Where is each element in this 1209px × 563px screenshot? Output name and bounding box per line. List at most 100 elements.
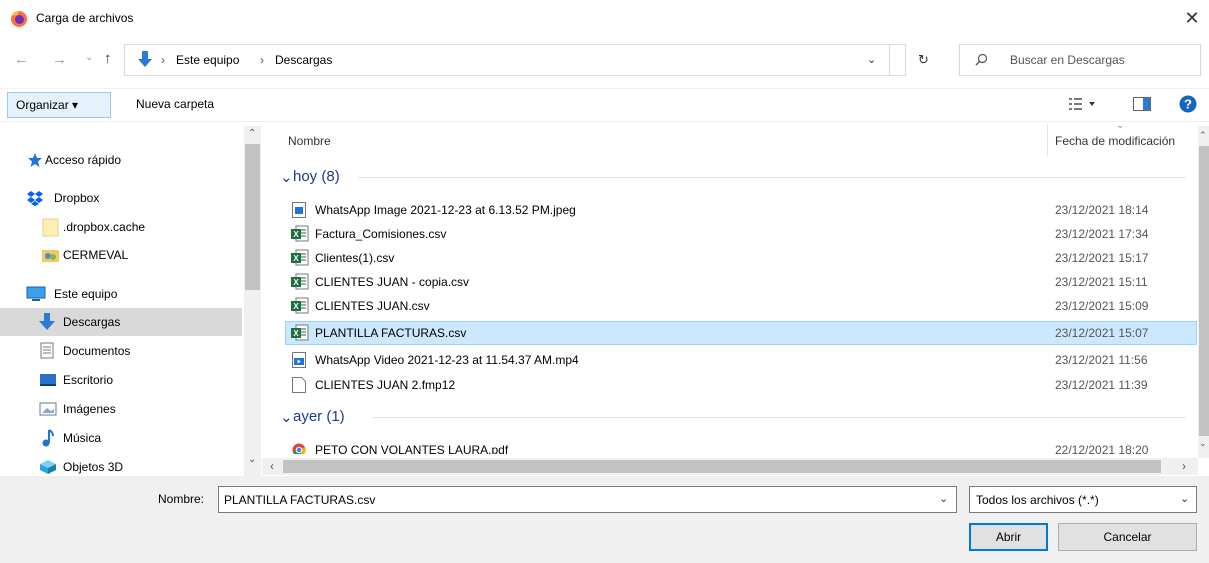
file-name: PETO CON VOLANTES LAURA.pdf <box>315 443 509 454</box>
image-file-icon <box>292 202 306 218</box>
close-button[interactable]: ✕ <box>1180 6 1204 30</box>
computer-icon <box>26 286 46 302</box>
back-button[interactable]: ← <box>14 51 29 68</box>
recent-locations-button[interactable]: ⌄ <box>85 52 93 63</box>
sidebar-item-label: Descargas <box>63 315 121 329</box>
file-name: CLIENTES JUAN.csv <box>315 299 430 313</box>
cancel-button[interactable]: Cancelar <box>1058 523 1197 551</box>
file-name: WhatsApp Image 2021-12-23 at 6.13.52 PM.… <box>315 203 576 217</box>
group-header-hoy[interactable]: hoy (8) <box>293 168 340 185</box>
sidebar-item-label: Este equipo <box>54 287 118 301</box>
sidebar-item-este-equipo[interactable]: Este equipo <box>0 280 242 308</box>
desktop-icon <box>39 373 57 387</box>
file-name: Factura_Comisiones.csv <box>315 227 447 241</box>
sidebar-item-musica[interactable]: Música <box>0 424 242 452</box>
svg-text:X: X <box>293 302 299 311</box>
divider <box>889 45 890 75</box>
3d-objects-icon <box>39 459 57 475</box>
filetype-select[interactable]: Todos los archivos (*.*) ⌄ <box>969 486 1197 513</box>
file-list-scrollbar-thumb[interactable] <box>1199 146 1209 436</box>
address-dropdown-button[interactable]: ⌄ <box>867 53 876 66</box>
file-date: 23/12/2021 15:07 <box>1055 326 1149 340</box>
scroll-up-icon[interactable]: ⌃ <box>248 128 256 139</box>
new-folder-button[interactable]: Nueva carpeta <box>136 97 214 111</box>
sidebar-item-escritorio[interactable]: Escritorio <box>0 366 242 394</box>
group-toggle-icon[interactable]: ⌄ <box>280 408 293 426</box>
search-placeholder: Buscar en Descargas <box>1010 53 1125 67</box>
group-header-ayer[interactable]: ayer (1) <box>293 408 345 425</box>
sidebar-item-label: Acceso rápido <box>45 153 122 167</box>
csv-file-icon: X <box>291 225 309 242</box>
sidebar-item-cermeval[interactable]: CERMEVAL <box>0 241 242 269</box>
sidebar-item-imagenes[interactable]: Imágenes <box>0 395 242 423</box>
file-row[interactable]: CLIENTES JUAN 2.fmp12 23/12/2021 11:39 <box>285 373 1197 397</box>
sidebar-item-label: CERMEVAL <box>63 248 129 262</box>
group-toggle-icon[interactable]: ⌄ <box>280 168 293 186</box>
file-row[interactable]: WhatsApp Video 2021-12-23 at 11.54.37 AM… <box>285 348 1197 372</box>
scroll-left-icon[interactable]: ‹ <box>270 459 274 473</box>
group-divider <box>372 417 1186 418</box>
sidebar-item-label: Música <box>63 431 102 445</box>
file-row-selected[interactable]: X PLANTILLA FACTURAS.csv 23/12/2021 15:0… <box>285 321 1197 345</box>
column-divider[interactable] <box>1047 124 1048 156</box>
breadcrumb-separator: › <box>260 53 264 67</box>
filename-value: PLANTILLA FACTURAS.csv <box>224 493 376 507</box>
open-button[interactable]: Abrir <box>969 523 1048 551</box>
breadcrumb-descargas[interactable]: Descargas <box>275 53 332 67</box>
sidebar-item-documentos[interactable]: Documentos <box>0 337 242 365</box>
view-options-button[interactable] <box>1069 97 1099 111</box>
sidebar-item-label: Dropbox <box>54 191 100 205</box>
filetype-value: Todos los archivos (*.*) <box>976 493 1099 507</box>
address-bar[interactable]: › Este equipo › Descargas ⌄ ↻ <box>124 44 929 76</box>
sidebar-item-descargas[interactable]: Descargas <box>0 308 242 336</box>
shared-folder-icon <box>41 247 61 263</box>
column-header-name[interactable]: Nombre <box>288 134 331 148</box>
help-icon[interactable]: ? <box>1179 95 1197 113</box>
column-header-date[interactable]: Fecha de modificación <box>1055 134 1195 148</box>
file-row[interactable]: PETO CON VOLANTES LAURA.pdf 22/12/2021 1… <box>285 440 1197 454</box>
file-row[interactable]: X CLIENTES JUAN - copia.csv 23/12/2021 1… <box>285 270 1197 294</box>
file-date: 23/12/2021 18:14 <box>1055 203 1149 217</box>
organize-label: Organizar ▾ <box>16 98 79 112</box>
file-row-clip: PETO CON VOLANTES LAURA.pdf 22/12/2021 1… <box>285 440 1197 454</box>
sidebar-item-label: .dropbox.cache <box>63 220 146 234</box>
sidebar-item-label: Escritorio <box>63 373 114 387</box>
file-name: WhatsApp Video 2021-12-23 at 11.54.37 AM… <box>315 353 579 367</box>
file-row[interactable]: X Factura_Comisiones.csv 23/12/2021 17:3… <box>285 222 1197 246</box>
documents-icon <box>40 342 54 359</box>
csv-file-icon: X <box>291 249 309 266</box>
scroll-down-icon[interactable]: ⌄ <box>1199 438 1207 449</box>
svg-text:X: X <box>293 278 299 287</box>
star-icon <box>27 152 43 168</box>
file-date: 23/12/2021 11:39 <box>1055 378 1148 392</box>
breadcrumb-este-equipo[interactable]: Este equipo <box>176 53 239 67</box>
scroll-right-icon[interactable]: › <box>1182 459 1186 473</box>
preview-pane-icon[interactable] <box>1133 97 1151 111</box>
sidebar-item-label: Objetos 3D <box>63 460 124 474</box>
download-icon <box>137 51 153 69</box>
filename-input[interactable]: PLANTILLA FACTURAS.csv ⌄ <box>218 486 957 513</box>
refresh-icon[interactable]: ↻ <box>918 52 929 68</box>
chevron-down-icon[interactable]: ⌄ <box>939 492 948 505</box>
file-date: 23/12/2021 15:11 <box>1055 275 1148 289</box>
title-bar <box>0 0 1209 38</box>
sidebar-item-acceso-rapido[interactable]: Acceso rápido <box>0 146 242 174</box>
file-row[interactable]: WhatsApp Image 2021-12-23 at 6.13.52 PM.… <box>285 198 1197 222</box>
file-row[interactable]: X Clientes(1).csv 23/12/2021 15:17 <box>285 246 1197 270</box>
group-divider <box>358 177 1186 178</box>
file-date: 23/12/2021 15:17 <box>1055 251 1149 265</box>
sidebar-item-dropbox-cache[interactable]: .dropbox.cache <box>0 213 242 241</box>
organize-button[interactable]: Organizar ▾ <box>7 92 111 118</box>
scroll-up-icon[interactable]: ⌃ <box>1199 130 1207 141</box>
horizontal-scrollbar-thumb[interactable] <box>283 460 1161 473</box>
file-date: 22/12/2021 18:20 <box>1055 443 1149 454</box>
search-icon <box>975 53 988 66</box>
file-row[interactable]: X CLIENTES JUAN.csv 23/12/2021 15:09 <box>285 294 1197 318</box>
sidebar-item-dropbox[interactable]: Dropbox <box>0 184 242 212</box>
search-input[interactable]: Buscar en Descargas <box>959 44 1201 76</box>
scroll-down-icon[interactable]: ⌄ <box>248 454 256 465</box>
up-button[interactable]: ↑ <box>104 50 112 67</box>
forward-button[interactable]: → <box>52 51 67 68</box>
images-icon <box>39 402 57 416</box>
navigation-scrollbar-thumb[interactable] <box>245 144 260 290</box>
